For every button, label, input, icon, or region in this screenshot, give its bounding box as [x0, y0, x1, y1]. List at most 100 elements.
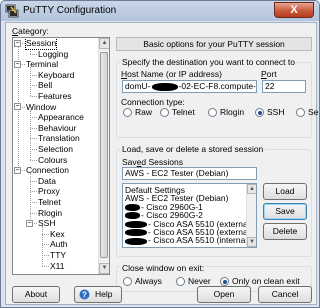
radio-raw-label[interactable]: Raw	[135, 107, 152, 117]
panel-header: Basic options for your PuTTY session	[116, 37, 312, 51]
host-name-input[interactable]: domU- -02-EC-F8.compute-1.internal	[122, 80, 257, 93]
category-label: Category:	[12, 26, 49, 36]
radio-serial[interactable]	[296, 108, 305, 117]
scroll-down-arrow-icon[interactable]: ▼	[99, 263, 109, 274]
tree-connector-line	[30, 149, 37, 150]
redaction-mark	[151, 82, 178, 91]
tree-connector-line	[30, 67, 31, 96]
category-tree[interactable]: − Session Logging − Terminal Keyboard Bell Feat…	[12, 37, 110, 275]
help-icon: ?	[79, 289, 90, 300]
tree-connector-line	[42, 226, 43, 266]
help-button[interactable]: ? Help	[74, 286, 122, 303]
redaction-mark	[125, 237, 147, 245]
tree-item-connection[interactable]: Connection	[26, 165, 69, 176]
tree-collapse-toggle-icon[interactable]: −	[14, 103, 21, 111]
saved-sessions-label: Saved Sessions	[122, 157, 183, 167]
radio-raw[interactable]	[123, 108, 132, 117]
redaction-mark	[125, 229, 147, 237]
radio-exit-never-label[interactable]: Never	[188, 276, 211, 286]
tree-connector-line	[42, 265, 49, 267]
title-bar[interactable]: PuTTY Configuration X	[1, 1, 319, 21]
tree-item-behaviour[interactable]: Behaviour	[38, 123, 76, 134]
load-button[interactable]: Load	[263, 183, 307, 200]
tree-connector-line	[30, 127, 37, 129]
radio-telnet-label[interactable]: Telnet	[172, 107, 195, 117]
tree-connector-line	[30, 202, 37, 203]
tree-item-translation[interactable]: Translation	[38, 133, 80, 144]
putty-app-icon	[5, 4, 19, 18]
cancel-button[interactable]: Cancel	[258, 286, 312, 303]
scroll-up-arrow-icon[interactable]: ▲	[247, 184, 256, 194]
tree-collapse-toggle-icon[interactable]: −	[14, 39, 21, 47]
svg-text:?: ?	[82, 291, 87, 300]
tree-item-colours[interactable]: Colours	[38, 155, 67, 166]
tree-connector-line	[30, 138, 37, 140]
radio-rlogin[interactable]	[208, 108, 217, 117]
tree-connector-line	[30, 191, 37, 193]
tree-item-features[interactable]: Features	[38, 91, 72, 102]
tree-connector-line	[42, 255, 49, 256]
port-input[interactable]: 22	[262, 80, 306, 93]
open-button[interactable]: Open	[197, 286, 251, 303]
tree-item-x11[interactable]: X11	[50, 261, 65, 272]
saved-sessions-list[interactable]: Default Settings AWS - EC2 Tester (Debian…	[122, 183, 257, 248]
radio-exit-always[interactable]	[123, 277, 132, 286]
session-list-item-label: - Cisco ASA 5510 (internal 1)	[148, 235, 257, 246]
host-name-label: Host Name (or IP address)	[121, 69, 222, 79]
tree-connector-line	[30, 74, 37, 76]
category-tree-items: − Session Logging − Terminal Keyboard Bell Feat…	[13, 38, 99, 274]
sessions-scrollbar[interactable]: ▲ ▼	[246, 184, 256, 247]
tree-collapse-toggle-icon[interactable]: −	[14, 60, 21, 68]
tree-item-auth[interactable]: Auth	[50, 239, 68, 250]
tree-item-bell[interactable]: Bell	[38, 80, 52, 91]
scroll-thumb[interactable]	[100, 52, 108, 258]
session-list-item[interactable]: - Cisco ASA 5510 (internal 1)	[125, 235, 257, 246]
radio-rlogin-label[interactable]: Rlogin	[220, 107, 244, 117]
category-scrollbar[interactable]: ▲ ▼	[98, 38, 109, 274]
radio-exit-only-on-clean-exit-label[interactable]: Only on clean exit	[232, 276, 300, 286]
tree-connector-line	[42, 244, 49, 246]
port-label: Port	[261, 69, 277, 79]
tree-item-session[interactable]: Session	[24, 38, 58, 50]
scroll-down-arrow-icon[interactable]: ▼	[247, 237, 256, 247]
tree-connector-line	[30, 117, 37, 119]
close-button[interactable]: X	[274, 2, 314, 18]
tree-collapse-toggle-icon[interactable]: −	[26, 219, 33, 227]
radio-ssh-label[interactable]: SSH	[267, 107, 284, 117]
tree-item-kex[interactable]: Kex	[50, 229, 65, 240]
redaction-mark	[125, 212, 140, 220]
session-name-input[interactable]: AWS - EC2 Tester (Debian)	[122, 167, 257, 180]
dialog-body: Category: − Session Logging − Terminal Keyboa…	[5, 22, 319, 305]
tree-connector-line	[30, 212, 37, 214]
tree-item-data[interactable]: Data	[38, 176, 56, 187]
tree-item-logging[interactable]: Logging	[38, 49, 68, 60]
tree-item-terminal[interactable]: Terminal	[26, 59, 58, 70]
about-button[interactable]: About	[12, 286, 60, 303]
save-button[interactable]: Save	[263, 203, 307, 220]
tree-item-ssh[interactable]: SSH	[38, 218, 55, 229]
scroll-up-arrow-icon[interactable]: ▲	[99, 38, 109, 49]
tree-connector-line	[30, 96, 37, 97]
connection-type-label: Connection type:	[121, 97, 185, 107]
tree-item-proxy[interactable]: Proxy	[38, 186, 60, 197]
tree-item-appearance[interactable]: Appearance	[38, 112, 84, 123]
redaction-mark	[125, 220, 147, 228]
tree-item-keyboard[interactable]: Keyboard	[38, 70, 74, 81]
radio-exit-never[interactable]	[176, 277, 185, 286]
radio-serial-label[interactable]: Serial	[308, 107, 319, 117]
radio-telnet[interactable]	[160, 108, 169, 117]
radio-exit-only-on-clean-exit[interactable]	[220, 277, 229, 286]
close-on-exit-legend: Close window on exit:	[120, 263, 207, 273]
tree-item-window[interactable]: Window	[26, 102, 56, 113]
radio-exit-always-label[interactable]: Always	[135, 276, 162, 286]
tree-item-rlogin[interactable]: Rlogin	[38, 208, 62, 219]
tree-collapse-toggle-icon[interactable]: −	[14, 166, 21, 174]
putty-config-window: PuTTY Configuration X Category: − Session…	[0, 0, 320, 308]
tree-item-telnet[interactable]: Telnet	[38, 197, 61, 208]
host-prefix-text: domU-	[125, 81, 151, 91]
radio-ssh[interactable]	[255, 108, 264, 117]
tree-connector-line	[30, 159, 37, 161]
tree-item-selection[interactable]: Selection	[38, 144, 73, 155]
tree-item-tty[interactable]: TTY	[50, 250, 66, 261]
delete-button[interactable]: Delete	[263, 223, 307, 240]
